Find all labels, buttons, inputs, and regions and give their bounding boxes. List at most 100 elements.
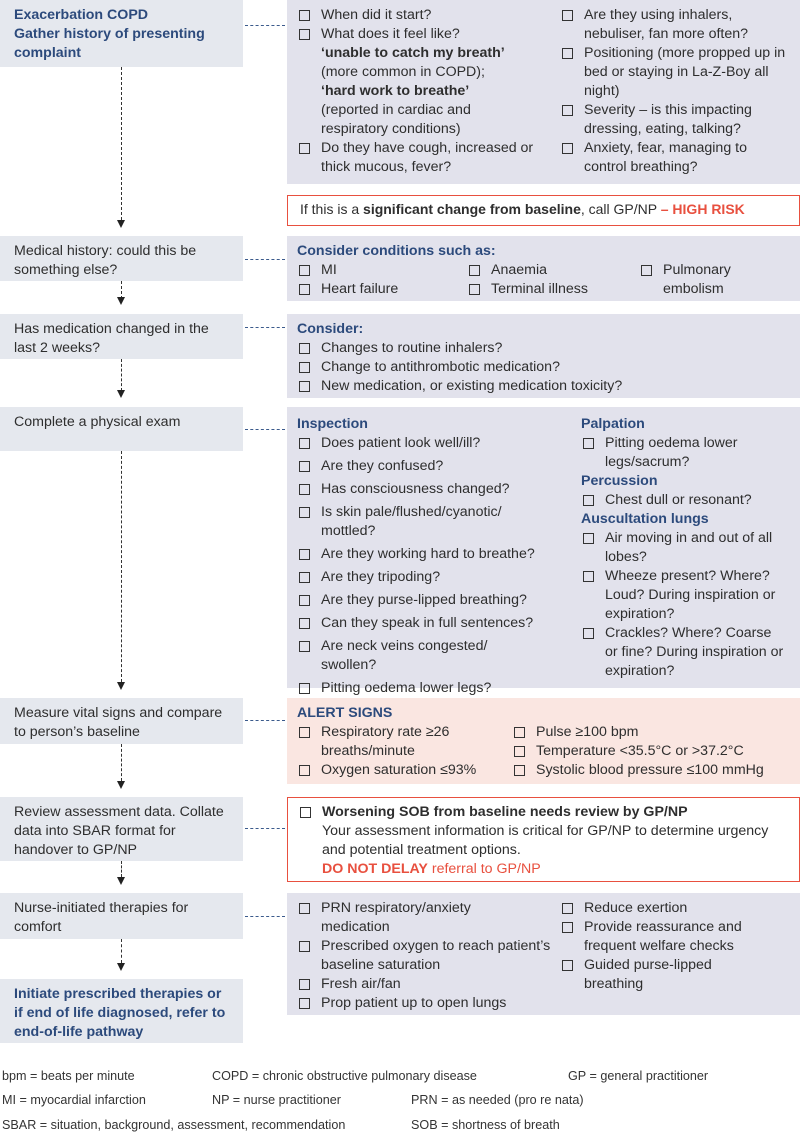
checkbox-icon[interactable] xyxy=(299,595,310,606)
checkbox-icon[interactable] xyxy=(562,143,573,154)
checklist-item[interactable]: Anxiety, fear, managing to control breat… xyxy=(560,139,792,177)
checklist-item[interactable]: Oxygen saturation ≤93% xyxy=(297,761,512,780)
checklist-item[interactable]: Temperature <35.5°C or >37.2°C xyxy=(512,742,797,761)
connector-line xyxy=(245,916,285,917)
checklist-item[interactable]: Are they confused? xyxy=(297,457,577,476)
checklist-item[interactable]: Can they speak in full sentences? xyxy=(297,614,577,633)
checklist-item[interactable]: Change to antithrombotic medication? xyxy=(297,358,790,377)
checkbox-icon[interactable] xyxy=(299,641,310,652)
checkbox-icon[interactable] xyxy=(299,941,310,952)
item-text: Provide reassurance and frequent welfare… xyxy=(584,919,742,954)
checklist-item[interactable]: Prop patient up to open lungs xyxy=(297,994,562,1013)
checkbox-icon[interactable] xyxy=(299,549,310,560)
checkbox-icon[interactable] xyxy=(299,727,310,738)
checkbox-icon[interactable] xyxy=(300,807,311,818)
checkbox-icon[interactable] xyxy=(583,438,594,449)
checklist-item[interactable]: Changes to routine inhalers? xyxy=(297,339,790,358)
checkbox-icon[interactable] xyxy=(299,461,310,472)
checklist-item[interactable]: Heart failure xyxy=(297,280,467,299)
checkbox-icon[interactable] xyxy=(299,10,310,21)
checkbox-icon[interactable] xyxy=(299,618,310,629)
checkbox-icon[interactable] xyxy=(299,143,310,154)
checklist-item[interactable]: Pitting oedema lower legs/sacrum? xyxy=(581,434,793,472)
checklist-item[interactable]: Does patient look well/ill? xyxy=(297,434,577,453)
checkbox-icon[interactable] xyxy=(469,265,480,276)
checkbox-icon[interactable] xyxy=(514,765,525,776)
checkbox-icon[interactable] xyxy=(583,628,594,639)
checklist-item[interactable]: Respiratory rate ≥26 breaths/minute xyxy=(297,723,512,761)
checkbox-icon[interactable] xyxy=(562,48,573,59)
checklist-item[interactable]: Severity – is this impacting dressing, e… xyxy=(560,101,792,139)
checklist-item[interactable]: Guided purse-lipped breathing xyxy=(560,956,795,994)
checkbox-icon[interactable] xyxy=(299,343,310,354)
checklist-item[interactable]: New medication, or existing medication t… xyxy=(297,377,790,396)
checklist-item[interactable]: What does it feel like? xyxy=(297,25,567,44)
checklist-item[interactable]: Prescribed oxygen to reach patient’s bas… xyxy=(297,937,562,975)
checklist-item[interactable]: Systolic blood pressure ≤100 mmHg xyxy=(512,761,797,780)
checkbox-icon[interactable] xyxy=(562,10,573,21)
checkbox-icon[interactable] xyxy=(299,572,310,583)
checkbox-icon[interactable] xyxy=(299,979,310,990)
checkbox-icon[interactable] xyxy=(299,265,310,276)
checkbox-icon[interactable] xyxy=(299,507,310,518)
checkbox-icon[interactable] xyxy=(469,284,480,295)
checkbox-icon[interactable] xyxy=(562,960,573,971)
checklist-item[interactable]: MI xyxy=(297,261,467,280)
checklist-item[interactable]: Chest dull or resonant? xyxy=(581,491,793,510)
checkbox-icon[interactable] xyxy=(562,903,573,914)
arrow-down-icon xyxy=(117,682,125,690)
legend-copd: COPD = chronic obstructive pulmonary dis… xyxy=(212,1069,477,1083)
checklist-item[interactable]: Wheeze present? Where? Loud? During insp… xyxy=(581,567,793,624)
checkbox-icon[interactable] xyxy=(299,381,310,392)
legend-mi: MI = myocardial infarction xyxy=(2,1093,146,1107)
connector-line xyxy=(245,720,285,721)
checkbox-icon[interactable] xyxy=(299,683,310,694)
checkbox-icon[interactable] xyxy=(299,29,310,40)
checklist-item[interactable]: Are they using inhalers, nebuliser, fan … xyxy=(560,6,792,44)
checklist-item[interactable]: Positioning (more propped up in bed or s… xyxy=(560,44,792,101)
checkbox-icon[interactable] xyxy=(299,765,310,776)
checklist-item[interactable]: Provide reassurance and frequent welfare… xyxy=(560,918,795,956)
checkbox-icon[interactable] xyxy=(514,746,525,757)
checkbox-icon[interactable] xyxy=(562,922,573,933)
checklist-item[interactable]: Reduce exertion xyxy=(560,899,795,918)
checklist-item[interactable]: Are they working hard to breathe? xyxy=(297,545,577,564)
checkbox-icon[interactable] xyxy=(299,484,310,495)
checkbox-icon[interactable] xyxy=(299,438,310,449)
checklist-item[interactable]: Terminal illness xyxy=(467,280,637,299)
section-header: Consider conditions such as: xyxy=(297,243,496,259)
checklist-item[interactable]: Has consciousness changed? xyxy=(297,480,577,499)
checklist-item[interactable]: When did it start? xyxy=(297,6,567,25)
checkbox-icon[interactable] xyxy=(299,998,310,1009)
checkbox-icon[interactable] xyxy=(641,265,652,276)
checklist-item[interactable]: Is skin pale/flushed/cyanotic/ mottled? xyxy=(297,503,577,541)
checklist-item[interactable]: Crackles? Where? Coarse or fine? During … xyxy=(581,624,793,681)
item-text: What does it feel like? xyxy=(321,26,460,42)
checklist-item[interactable]: Pitting oedema lower legs? xyxy=(297,679,577,698)
checklist-item[interactable]: Fresh air/fan xyxy=(297,975,562,994)
checklist-item[interactable]: Pulse ≥100 bpm xyxy=(512,723,797,742)
step-vital-signs: Measure vital signs and compare to perso… xyxy=(0,698,243,744)
flow-line xyxy=(121,67,122,220)
checklist-item[interactable]: Do they have cough, increased or thick m… xyxy=(297,139,567,177)
checklist-item[interactable]: Air moving in and out of all lobes? xyxy=(581,529,793,567)
checklist-item[interactable]: Worsening SOB from baseline needs review… xyxy=(298,803,789,822)
step-subtitle: Gather history of presenting complaint xyxy=(14,26,205,61)
checkbox-icon[interactable] xyxy=(583,533,594,544)
checkbox-icon[interactable] xyxy=(299,284,310,295)
checklist-item[interactable]: Are they purse-lipped breathing? xyxy=(297,591,577,610)
note-text: (reported in cardiac and respiratory con… xyxy=(321,102,471,137)
checklist-item[interactable]: Are neck veins congested/ swollen? xyxy=(297,637,577,675)
checkbox-icon[interactable] xyxy=(562,105,573,116)
checkbox-icon[interactable] xyxy=(583,571,594,582)
checklist-item[interactable]: Pulmonary embolism xyxy=(639,261,759,299)
item-text: Chest dull or resonant? xyxy=(605,492,752,508)
checkbox-icon[interactable] xyxy=(299,903,310,914)
checkbox-icon[interactable] xyxy=(514,727,525,738)
checklist-item[interactable]: Anaemia xyxy=(467,261,637,280)
checkbox-icon[interactable] xyxy=(299,362,310,373)
checkbox-icon[interactable] xyxy=(583,495,594,506)
checklist-item[interactable]: Are they tripoding? xyxy=(297,568,577,587)
checklist-item[interactable]: PRN respiratory/anxiety medication xyxy=(297,899,562,937)
physical-exam-panel: Inspection Does patient look well/ill? A… xyxy=(287,407,800,696)
